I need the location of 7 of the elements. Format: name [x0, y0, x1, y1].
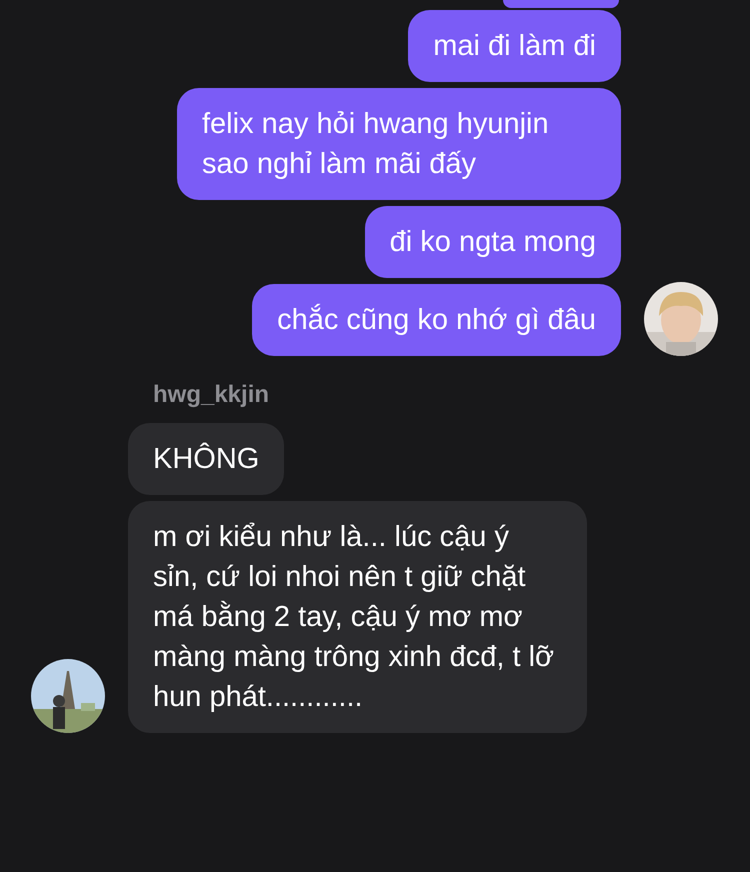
sender-name: hwg_kkjin: [152, 381, 270, 409]
message-bubble: KHÔNG: [128, 423, 284, 495]
message-bubble: mai đi làm đi: [408, 10, 621, 82]
message-bubble: chắc cũng ko nhớ gì đâu: [252, 284, 621, 356]
message-bubble: m ơi kiểu như là... lúc cậu ý sỉn, cứ loi nhoi nên t giữ chặt má bằng 2 tay, cậu ý mơ mơ màng màng trông xinh đcđ, t lỡ hun phát............: [128, 501, 587, 733]
message-bubble: đi ko ngta mong: [364, 206, 621, 278]
message-bubble: felix nay hỏi hwang hyunjin sao nghỉ làm mãi đấy: [177, 88, 621, 200]
